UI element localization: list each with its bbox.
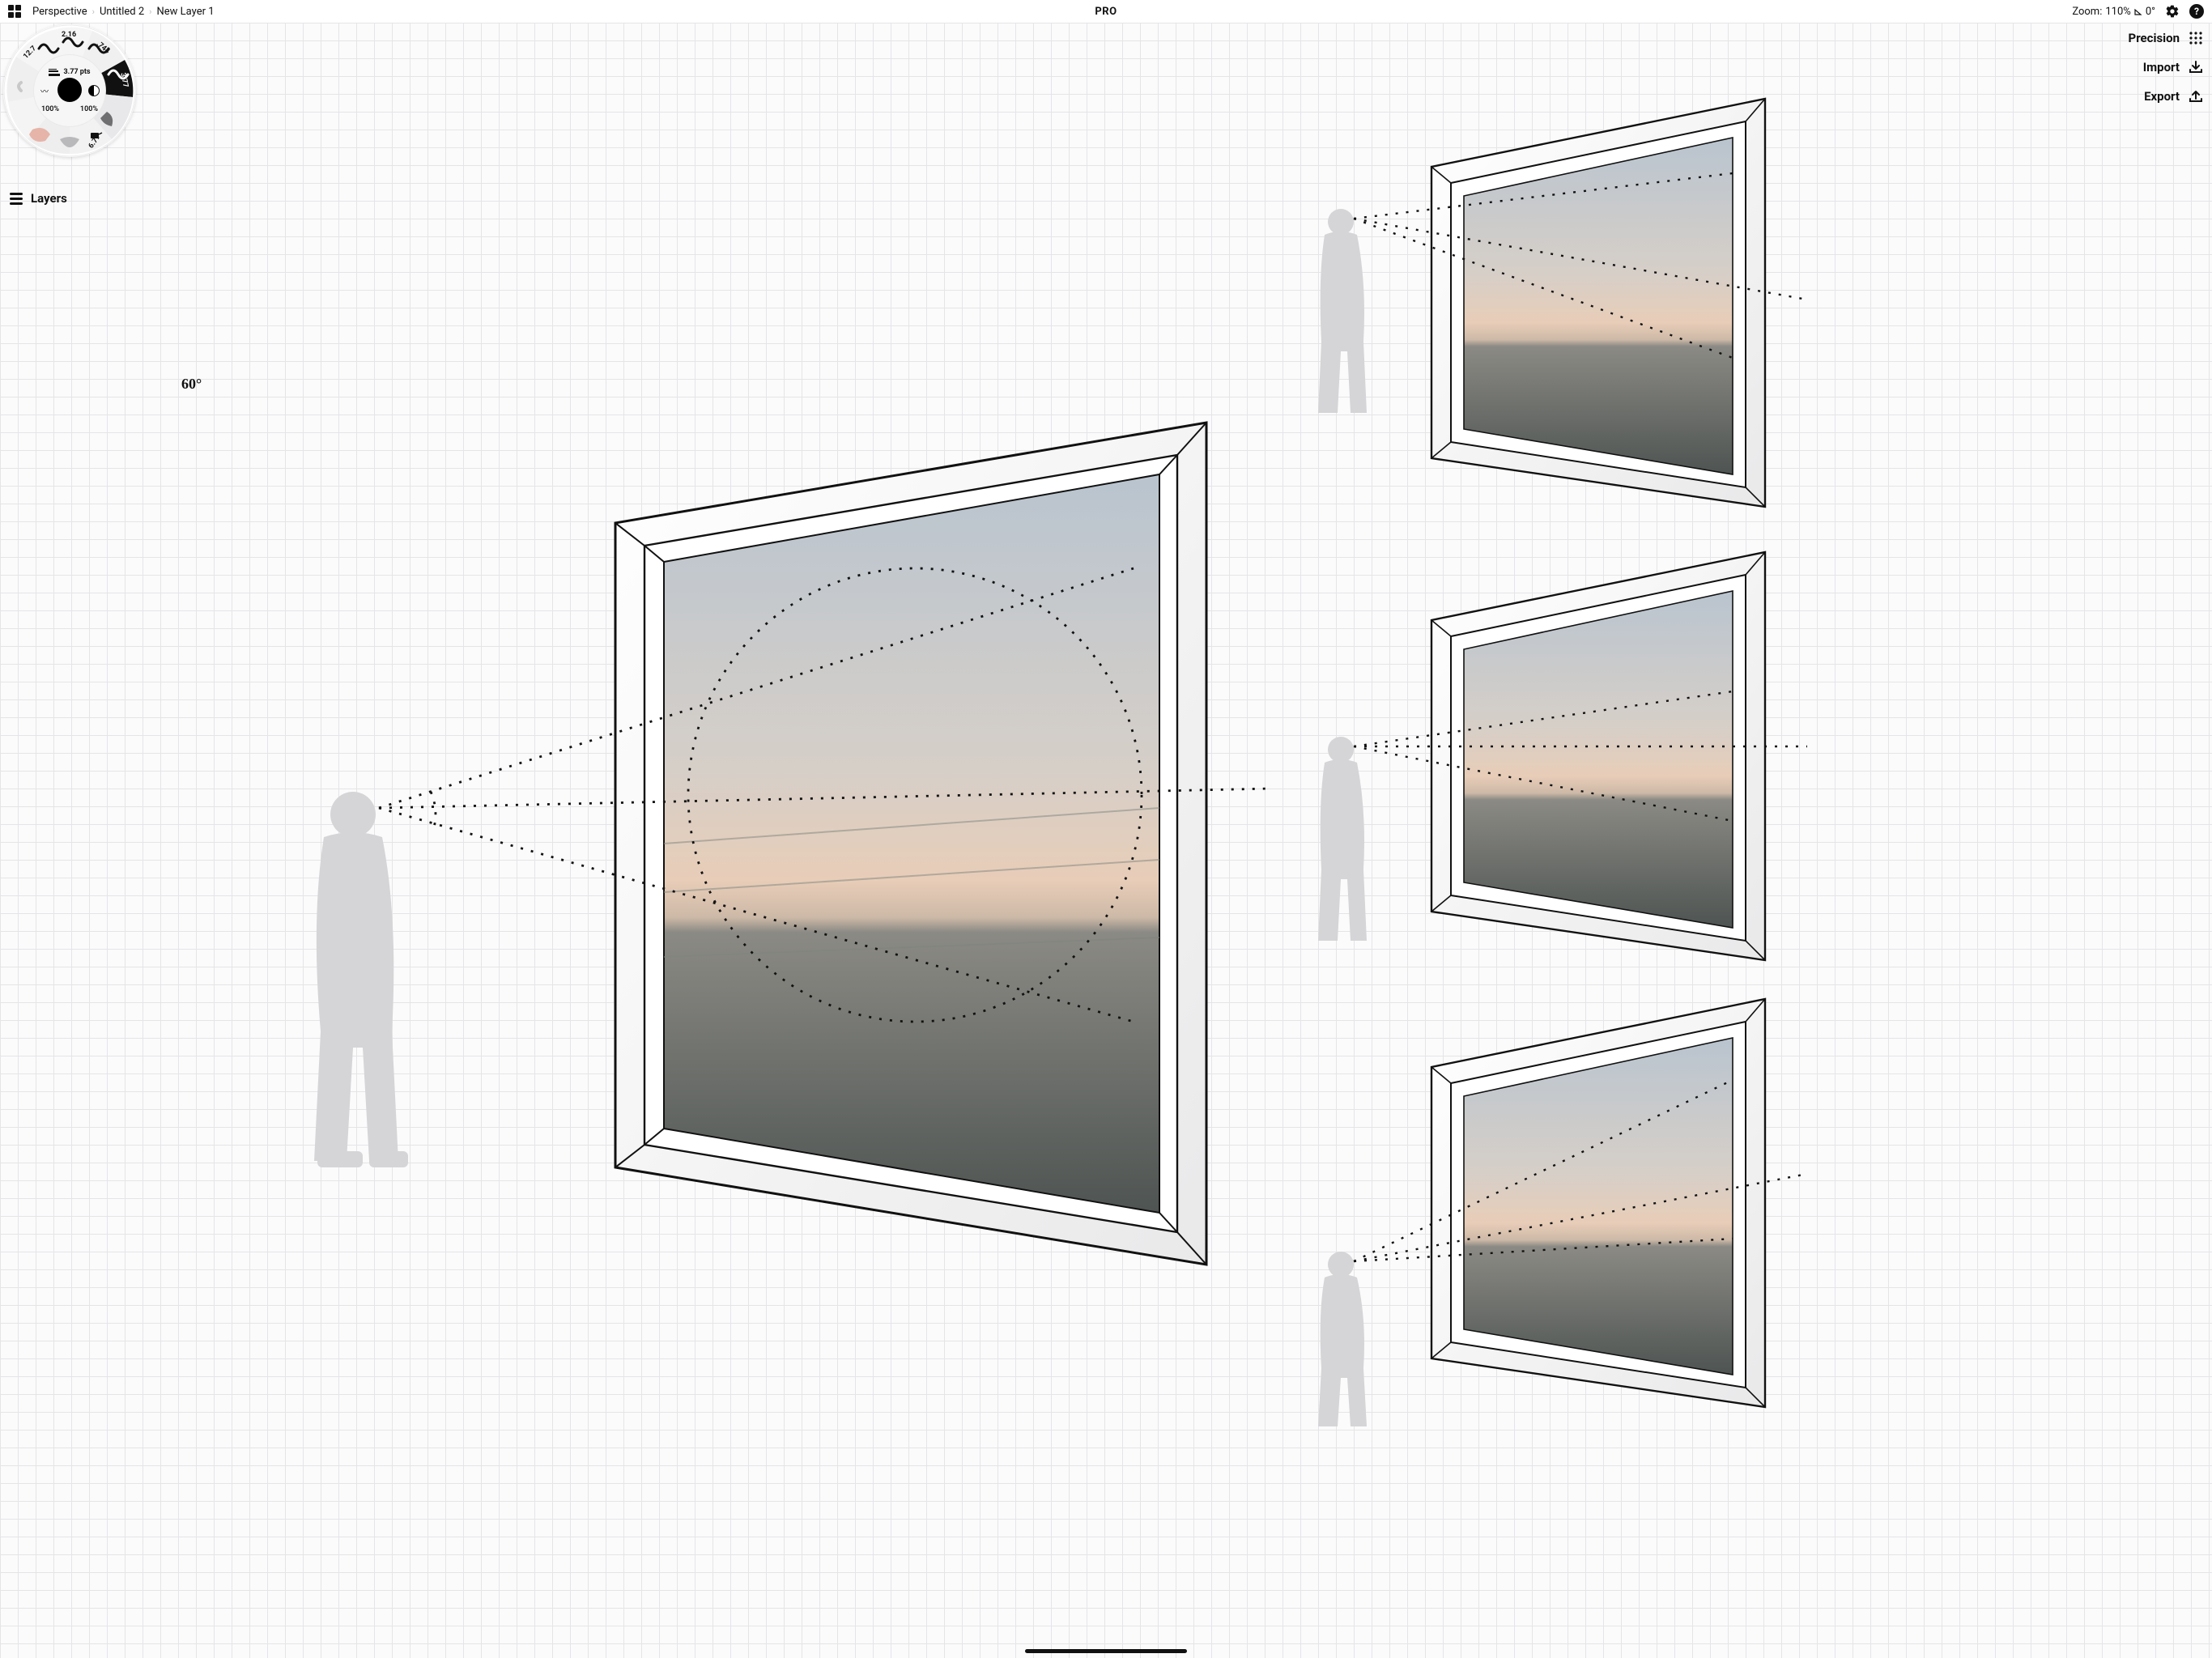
opacity-right-label: 100% bbox=[80, 105, 98, 113]
import-icon bbox=[2188, 60, 2204, 74]
silhouette-1 bbox=[1318, 209, 1367, 413]
gear-icon[interactable] bbox=[2165, 4, 2180, 19]
color-swatch[interactable] bbox=[57, 78, 82, 102]
import-button[interactable]: Import bbox=[2129, 60, 2204, 74]
silhouette-main bbox=[314, 792, 408, 1167]
import-label: Import bbox=[2143, 60, 2180, 74]
breadcrumb-item-1[interactable]: Untitled 2 bbox=[100, 6, 144, 18]
side-actions: Precision Import Export bbox=[2129, 31, 2204, 104]
home-indicator bbox=[1025, 1649, 1187, 1653]
stroke-size-label: 3.77 pts bbox=[63, 68, 90, 76]
pro-badge[interactable]: PRO bbox=[1095, 6, 1117, 18]
wheel-seg-label: 2.16 bbox=[62, 31, 76, 39]
precision-label: Precision bbox=[2129, 31, 2180, 45]
help-icon[interactable]: ? bbox=[2189, 4, 2204, 19]
layers-button[interactable]: Layers bbox=[10, 191, 67, 206]
chevron-right-icon: › bbox=[149, 6, 151, 17]
grid-dots-icon bbox=[2188, 31, 2204, 45]
frame-main bbox=[615, 423, 1206, 1265]
angle-annotation: 60° bbox=[181, 376, 202, 393]
export-label: Export bbox=[2144, 89, 2180, 104]
topbar: Perspective › Untitled 2 › New Layer 1 P… bbox=[0, 0, 2212, 23]
export-icon bbox=[2188, 89, 2204, 104]
frame-small-1 bbox=[1431, 99, 1765, 507]
silhouette-2 bbox=[1318, 737, 1367, 941]
opacity-left-label: 100% bbox=[41, 105, 59, 113]
precision-button[interactable]: Precision bbox=[2129, 31, 2204, 45]
contrast-icon[interactable] bbox=[88, 85, 100, 96]
pressure-icon: 〰 bbox=[40, 85, 49, 97]
zoom-value: 110% bbox=[2105, 6, 2130, 18]
breadcrumb-item-0[interactable]: Perspective bbox=[32, 6, 87, 18]
breadcrumb-item-2[interactable]: New Layer 1 bbox=[156, 6, 214, 18]
angle-icon bbox=[2134, 7, 2142, 15]
export-button[interactable]: Export bbox=[2129, 89, 2204, 104]
zoom-label: Zoom: bbox=[2072, 6, 2102, 18]
tool-wheel-center[interactable]: 3.77 pts 〰 100% 100% bbox=[33, 54, 106, 127]
layers-icon bbox=[10, 193, 23, 205]
frame-small-3 bbox=[1431, 999, 1765, 1407]
angle-value: 0° bbox=[2146, 6, 2155, 18]
layers-label: Layers bbox=[31, 191, 67, 206]
stroke-width-icon bbox=[49, 69, 60, 76]
chevron-right-icon: › bbox=[92, 6, 95, 17]
gallery-icon[interactable] bbox=[8, 5, 21, 18]
tool-wheel[interactable]: 12.7 2.16 .744 3.77 6.79 3.77 pts 〰 100%… bbox=[3, 24, 136, 157]
frame-small-2 bbox=[1431, 552, 1765, 960]
zoom-indicator[interactable]: Zoom: 110% 0° bbox=[2072, 6, 2155, 18]
canvas[interactable]: 60° bbox=[0, 23, 2212, 1658]
silhouette-3 bbox=[1318, 1252, 1367, 1426]
